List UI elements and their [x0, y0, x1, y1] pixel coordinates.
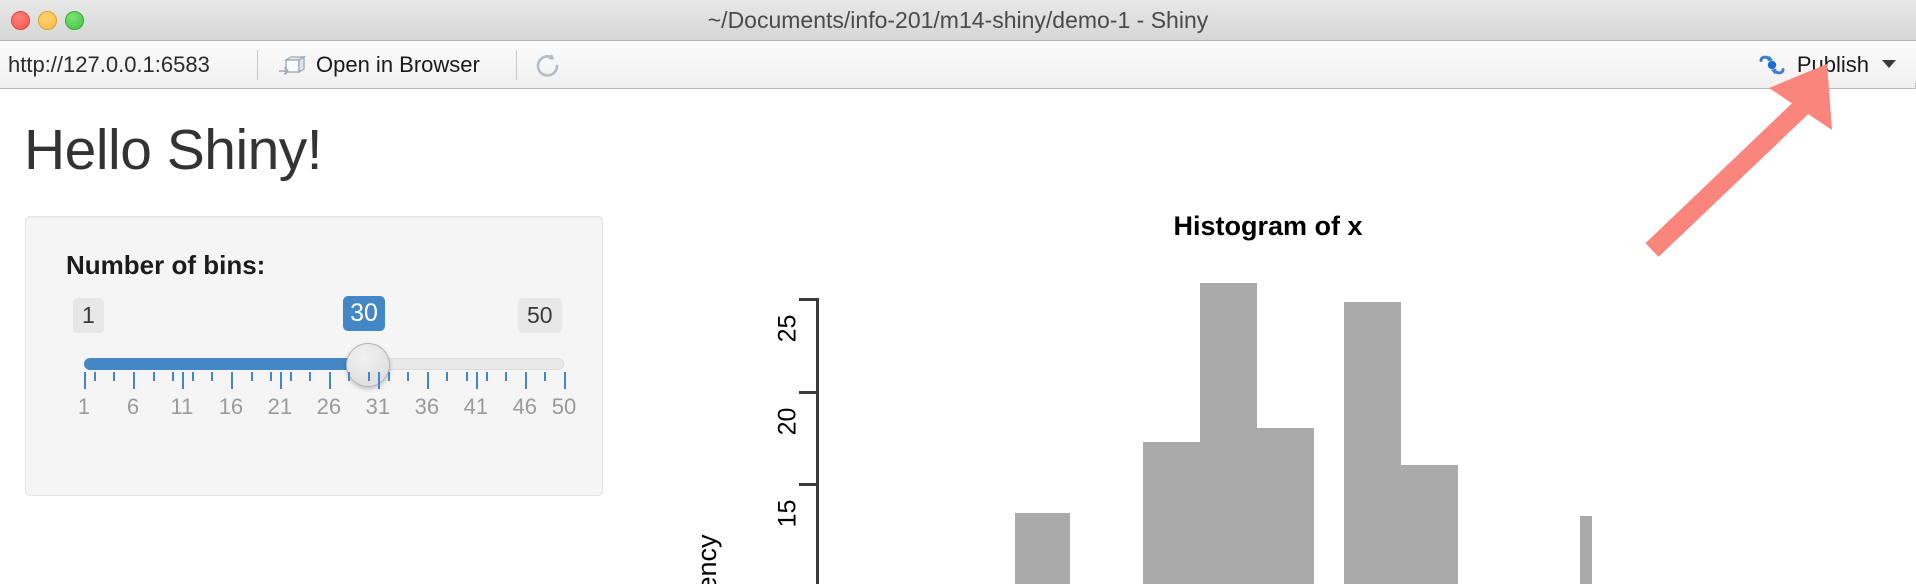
slider-max-label: 50: [518, 298, 562, 333]
slider-tick-labels: 1 6 11 16 21 26 31 36 41 46 50: [78, 394, 576, 424]
toolbar-divider-2: [516, 50, 517, 80]
app-url-label: http://127.0.0.1:6583: [8, 52, 210, 77]
slider-tick: [191, 372, 194, 381]
bins-slider-label: Number of bins:: [66, 250, 266, 280]
y-axis-tick-label: 15: [773, 499, 802, 528]
y-axis-tick-label: 20: [773, 407, 802, 435]
slider-tick: [426, 372, 429, 389]
slider-value-tooltip: 30: [343, 296, 385, 331]
slider-tick-label: 46: [512, 394, 538, 419]
chevron-down-icon[interactable]: [1882, 60, 1896, 68]
publish-label: Publish: [1796, 51, 1869, 77]
histogram-bar: [1401, 464, 1458, 584]
slider-tick-label: 16: [218, 394, 244, 419]
slider-tick: [348, 372, 351, 381]
slider-tick: [309, 372, 312, 381]
slider-tick-label: 26: [316, 394, 342, 419]
slider-tick: [132, 372, 135, 389]
toolbar-divider: [257, 50, 258, 80]
page-title: Hello Shiny!: [24, 118, 323, 182]
slider-tick-label: 11: [170, 394, 194, 419]
slider-tick: [485, 372, 488, 381]
slider-tick: [475, 372, 478, 389]
histogram-bars: [620, 89, 1916, 584]
slider-tick: [544, 372, 547, 381]
slider-tick: [564, 372, 566, 389]
slider-tick: [466, 372, 469, 381]
sidebar-well-panel: Number of bins: 1 50 30 1 6 11 16 21 26 31 36 41…: [25, 216, 603, 496]
slider-tick: [84, 372, 86, 389]
slider-tick-label: 6: [126, 394, 140, 419]
open-in-browser-icon: [279, 55, 307, 75]
reload-button[interactable]: [534, 52, 562, 80]
slider-tick: [172, 372, 175, 381]
slider-tick-label: 21: [267, 394, 293, 419]
slider-tick: [446, 372, 449, 381]
slider-tick: [93, 372, 96, 381]
slider-tick-label: 50: [551, 394, 577, 419]
slider-tick: [524, 372, 527, 389]
slider-tick-label: 31: [365, 394, 391, 419]
slider-tick: [407, 372, 410, 381]
slider-tick: [377, 372, 380, 389]
open-in-browser-label: Open in Browser: [316, 51, 480, 77]
histogram-bar: [1344, 301, 1401, 584]
publish-icon: [1759, 55, 1785, 74]
slider-tick-label: 1: [77, 394, 91, 419]
y-axis-tick-label: 25: [773, 314, 802, 343]
slider-tick: [113, 372, 116, 381]
slider-tick: [368, 372, 371, 381]
app-toolbar: http://127.0.0.1:6583 Open in Browser Pu…: [0, 41, 1916, 130]
histogram-bar: [1580, 516, 1592, 584]
open-in-browser-button[interactable]: Open in Browser: [277, 41, 480, 88]
slider-track-fill: [84, 358, 369, 370]
window-title: ~/Documents/info-201/m14-shiny/demo-1 - …: [707, 7, 1209, 33]
slider-tick: [181, 372, 184, 389]
slider-tick: [387, 372, 390, 381]
slider-tick-marks: [84, 372, 566, 390]
slider-min-label: 1: [73, 298, 104, 333]
slider-tick: [211, 372, 214, 381]
slider-tick: [230, 372, 233, 389]
histogram-bar: [1143, 442, 1200, 584]
slider-tick-label: 41: [463, 394, 489, 419]
histogram-bar: [1257, 427, 1314, 584]
reload-icon: [536, 54, 559, 77]
slider-tick: [328, 372, 331, 389]
publish-button[interactable]: Publish: [1757, 41, 1869, 88]
slider-tick: [505, 372, 508, 381]
slider-tick-label: 36: [414, 394, 440, 419]
histogram-bar: [1015, 512, 1070, 584]
histogram-plot: Histogram of x Frequency 152025: [620, 89, 1916, 584]
slider-tick: [270, 372, 273, 381]
histogram-bar: [1200, 283, 1257, 584]
slider-tick: [250, 372, 253, 381]
slider-tick: [289, 372, 292, 381]
bins-slider[interactable]: 1 50 30 1 6 11 16 21 26 31 36 41 46 50: [66, 296, 576, 432]
slider-tick: [279, 372, 282, 389]
slider-tick: [152, 372, 155, 381]
window-title-bar: ~/Documents/info-201/m14-shiny/demo-1 - …: [0, 0, 1916, 41]
shiny-app-content: Hello Shiny! Number of bins: 1 50 30 161…: [0, 89, 1916, 584]
